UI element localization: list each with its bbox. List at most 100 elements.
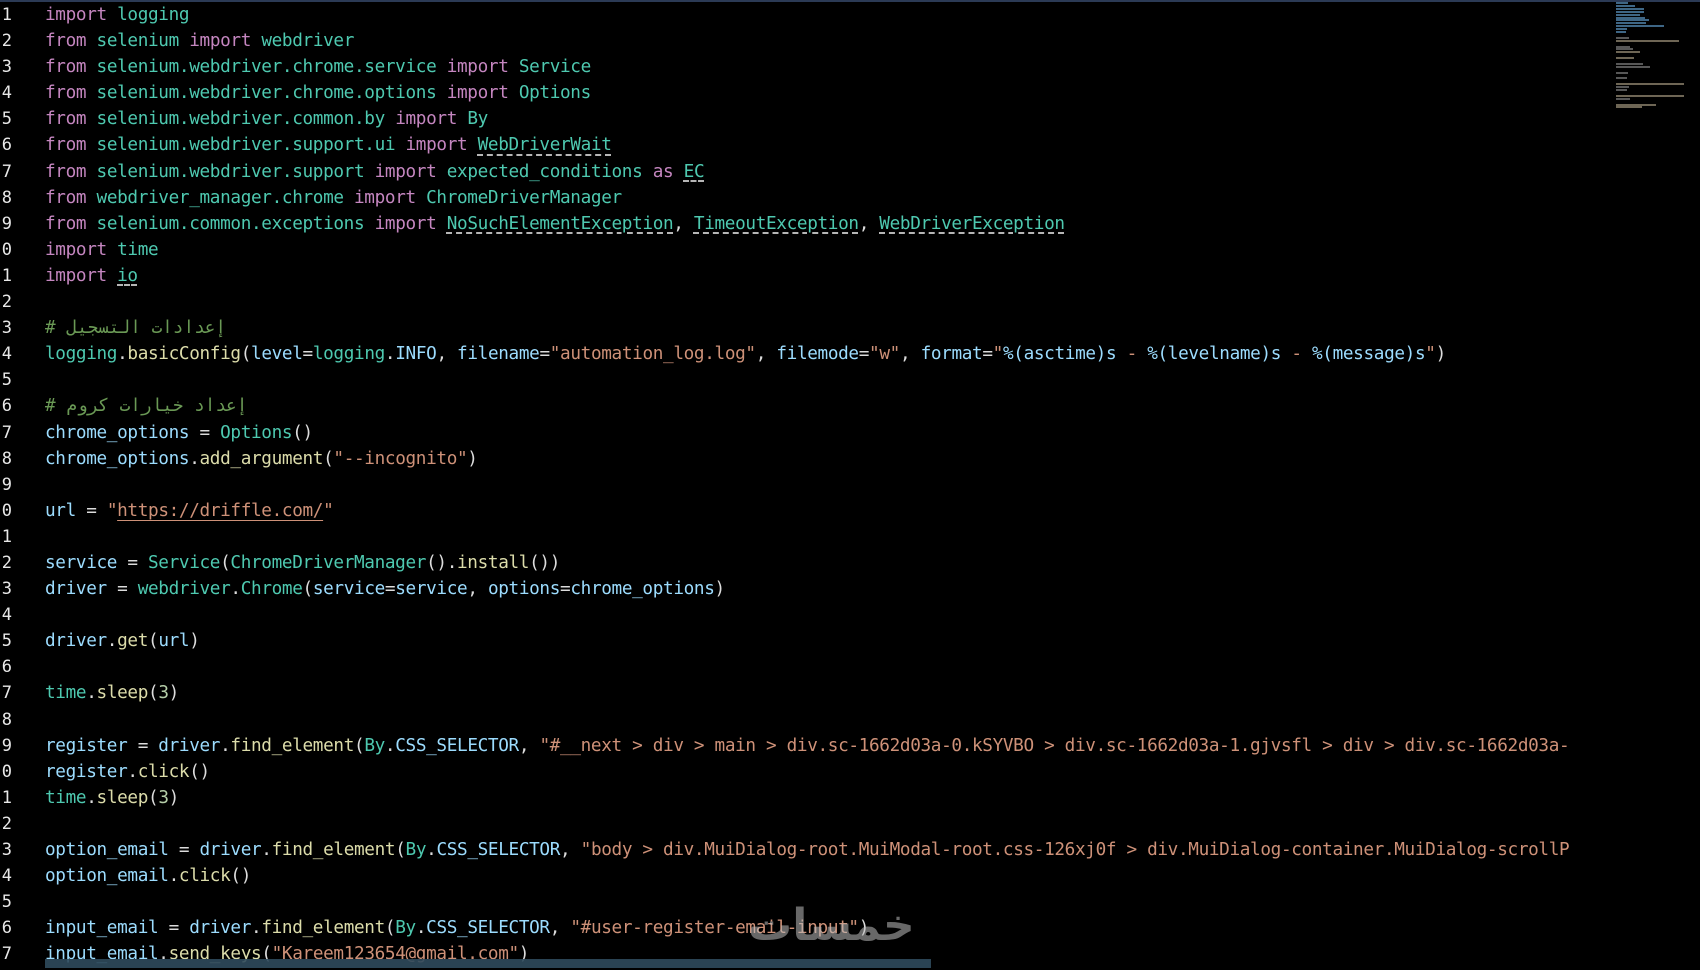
code-token: .: [230, 579, 241, 600]
code-line[interactable]: 0 url = "https://driffle.com/": [0, 498, 1610, 524]
code-line[interactable]: 1 import logging: [0, 2, 1610, 28]
code-line[interactable]: 2: [0, 811, 1610, 837]
code-line[interactable]: 0 register.click(): [0, 759, 1610, 785]
code-token: (: [323, 448, 334, 469]
code-line[interactable]: 2 service = Service(ChromeDriverManager()…: [0, 550, 1610, 576]
code-line[interactable]: 7 chrome_options = Options(): [0, 420, 1610, 446]
code-line[interactable]: 9: [0, 472, 1610, 498]
code-line[interactable]: 3 from selenium.webdriver.chrome.service …: [0, 54, 1610, 80]
line-number: 8: [1, 187, 12, 208]
code-line[interactable]: 4 logging.basicConfig(level=logging.INFO,…: [0, 341, 1610, 367]
code-text: logging.basicConfig(level=logging.INFO, …: [45, 341, 1446, 367]
code-token: ChromeDriverManager: [426, 187, 622, 208]
code-token: from: [45, 187, 87, 208]
code-line[interactable]: 8 chrome_options.add_argument("--incognit…: [0, 446, 1610, 472]
code-token: =: [858, 344, 870, 365]
code-token: ": [1425, 344, 1436, 365]
code-token: .: [106, 631, 118, 652]
code-line[interactable]: 8: [0, 707, 1610, 733]
code-line[interactable]: 0 import time: [0, 237, 1610, 263]
line-number: 7: [1, 683, 12, 704]
code-text: import logging: [45, 2, 190, 28]
code-token: logging: [45, 344, 118, 365]
minimap-line: [1616, 31, 1626, 33]
code-line[interactable]: 3 driver = webdriver.Chrome(service=servi…: [0, 576, 1610, 602]
code-line[interactable]: 3 option_email = driver.find_element(By.C…: [0, 837, 1610, 863]
code-token: .: [415, 918, 427, 939]
code-token: (: [148, 683, 159, 704]
minimap-line: [1616, 16, 1646, 19]
code-line[interactable]: 9 register = driver.find_element(By.CSS_S…: [0, 733, 1610, 759]
minimap-line: [1616, 13, 1641, 16]
horizontal-scrollbar[interactable]: [45, 959, 931, 968]
line-number: 7: [1, 944, 12, 965]
code-token: .: [251, 918, 262, 939]
code-token: sleep: [96, 683, 149, 704]
code-token: time: [45, 683, 87, 704]
code-line[interactable]: 2: [0, 289, 1610, 315]
code-text: # إعداد خيارات كروم: [45, 393, 248, 419]
code-editor[interactable]: 1 import logging 2 from selenium import web…: [0, 2, 1610, 970]
minimap-line: [1616, 86, 1629, 89]
minimap-line: [1616, 65, 1650, 68]
code-token: service: [395, 579, 468, 600]
minimap-line: [1616, 97, 1631, 100]
line-number: 0: [1, 761, 12, 782]
code-token: (: [220, 552, 231, 573]
code-line[interactable]: 4: [0, 602, 1610, 628]
line-number: 4: [1, 866, 12, 887]
code-line[interactable]: 1: [0, 524, 1610, 550]
code-line[interactable]: 4 option_email.click(): [0, 863, 1610, 889]
code-line[interactable]: 1 time.sleep(3): [0, 785, 1610, 811]
line-number: 8: [1, 709, 12, 730]
code-token: (: [240, 344, 252, 365]
minimap[interactable]: [1616, 2, 1700, 114]
code-line[interactable]: 7 from selenium.webdriver.support import …: [0, 159, 1610, 185]
code-line[interactable]: 5 driver.get(url): [0, 628, 1610, 654]
line-number: 8: [1, 448, 12, 469]
code-token: .: [117, 344, 128, 365]
minimap-line: [1616, 106, 1642, 109]
code-token: .: [127, 761, 138, 782]
code-token: selenium.webdriver.chrome.service: [96, 57, 437, 78]
code-text: from selenium import webdriver: [45, 28, 354, 54]
code-token: ,: [899, 344, 921, 365]
code-line[interactable]: 9 from selenium.common.exceptions import …: [0, 211, 1610, 237]
code-line[interactable]: 8 from webdriver_manager.chrome import Ch…: [0, 185, 1610, 211]
code-text: url = "https://driffle.com/": [45, 498, 334, 524]
code-token: register: [45, 735, 128, 756]
code-token: .: [220, 735, 231, 756]
code-line[interactable]: 6 # إعداد خيارات كروم: [0, 393, 1610, 419]
code-token: "--incognito": [333, 448, 468, 469]
code-token: import: [45, 239, 107, 260]
code-token: =: [560, 579, 571, 600]
code-token: get: [117, 631, 149, 652]
code-line[interactable]: 7 time.sleep(3): [0, 680, 1610, 706]
code-token: By: [395, 918, 416, 939]
code-line[interactable]: 5 from selenium.webdriver.common.by impor…: [0, 106, 1610, 132]
code-line[interactable]: 3 # إعدادات التسجيل: [0, 315, 1610, 341]
code-token: from: [45, 109, 87, 130]
code-text: chrome_options = Options(): [45, 420, 313, 446]
code-line[interactable]: 4 from selenium.webdriver.chrome.options …: [0, 80, 1610, 106]
line-number: 0: [1, 239, 12, 260]
code-line[interactable]: 6 from selenium.webdriver.support.ui impo…: [0, 132, 1610, 158]
code-token: ().: [426, 552, 457, 573]
code-token: chrome_options: [45, 448, 190, 469]
code-line[interactable]: 6: [0, 654, 1610, 680]
code-token: =: [982, 344, 993, 365]
code-line[interactable]: 1 import io: [0, 263, 1610, 289]
minimap-line: [1616, 94, 1685, 97]
code-token: # إعداد خيارات كروم: [45, 396, 248, 417]
code-token: .: [168, 866, 180, 887]
code-token: =: [158, 918, 190, 939]
code-line[interactable]: 2 from selenium import webdriver: [0, 28, 1610, 54]
code-line[interactable]: 5: [0, 367, 1610, 393]
line-number: 4: [1, 83, 12, 104]
